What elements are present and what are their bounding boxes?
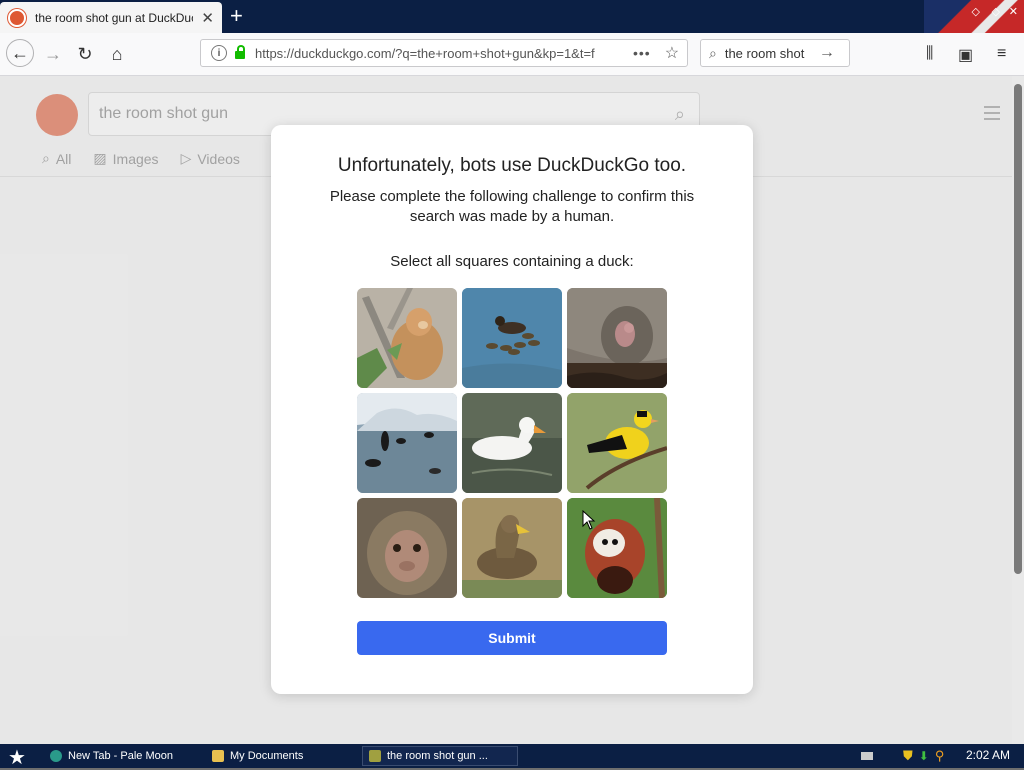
- library-icon[interactable]: ⫼: [926, 45, 933, 63]
- taskbar-item-my-documents[interactable]: My Documents: [206, 746, 346, 766]
- title-bar: the room shot gun at DuckDuckGo ✕ + ◇ ◇ …: [0, 0, 1024, 33]
- duckduckgo-favicon-icon: [8, 8, 26, 27]
- penguins-in-water-image: [357, 393, 457, 493]
- minimize-icon[interactable]: ◇: [972, 5, 980, 18]
- taskbar-item-new-tab[interactable]: New Tab - Pale Moon: [44, 746, 194, 766]
- macaque-image: [357, 498, 457, 598]
- lock-icon[interactable]: [235, 45, 245, 59]
- browser-window-icon: [369, 750, 381, 762]
- page-actions-icon[interactable]: •••: [633, 45, 651, 61]
- challenge-subtext: Please complete the following challenge …: [329, 188, 695, 225]
- taskbar-clock: 2:02 AM: [965, 748, 1010, 762]
- reload-icon[interactable]: ↻: [72, 41, 98, 67]
- start-star-icon[interactable]: ★: [8, 745, 26, 770]
- taskbar-item-browser[interactable]: the room shot gun ...: [362, 746, 518, 766]
- challenge-tile-8[interactable]: [462, 498, 562, 598]
- url-text[interactable]: https://duckduckgo.com/?q=the+room+shot+…: [255, 46, 625, 61]
- challenge-tile-3[interactable]: [567, 288, 667, 388]
- navigation-toolbar: ← → ↻ ⌂ i https://duckduckgo.com/?q=the+…: [0, 33, 1024, 76]
- tab-title: the room shot gun at DuckDuckGo: [35, 10, 193, 25]
- search-icon: ⌕: [709, 44, 717, 61]
- submit-button[interactable]: Submit: [357, 621, 667, 655]
- challenge-tile-6[interactable]: [567, 393, 667, 493]
- challenge-tile-7[interactable]: [357, 498, 457, 598]
- browser-search-value[interactable]: the room shot: [725, 46, 813, 61]
- magnifier-icon[interactable]: ⚲: [935, 748, 945, 764]
- info-icon[interactable]: i: [211, 45, 227, 61]
- browser-tab-active[interactable]: the room shot gun at DuckDuckGo ✕: [0, 2, 222, 33]
- challenge-tile-1[interactable]: [357, 288, 457, 388]
- home-icon[interactable]: ⌂: [104, 41, 130, 67]
- challenge-heading: Unfortunately, bots use DuckDuckGo too.: [337, 155, 687, 176]
- keyboard-icon[interactable]: [861, 752, 873, 760]
- network-icon[interactable]: ⬇: [919, 749, 929, 763]
- back-arrow-icon[interactable]: ←: [6, 39, 34, 67]
- challenge-instruction: Select all squares containing a duck:: [390, 253, 634, 270]
- menu-icon[interactable]: ≡: [997, 45, 1006, 63]
- shield-icon[interactable]: ⛊: [903, 748, 913, 764]
- white-duck-image: [462, 393, 562, 493]
- challenge-tile-2[interactable]: [462, 288, 562, 388]
- url-bar[interactable]: i https://duckduckgo.com/?q=the+room+sho…: [200, 39, 688, 67]
- browser-search-box[interactable]: ⌕ the room shot →: [700, 39, 850, 67]
- brown-duck-image: [462, 498, 562, 598]
- challenge-tile-5[interactable]: [462, 393, 562, 493]
- go-arrow-icon[interactable]: →: [819, 44, 835, 62]
- close-tab-icon[interactable]: ✕: [201, 9, 214, 27]
- scrollbar-thumb[interactable]: [1014, 84, 1022, 574]
- bookmark-star-icon[interactable]: ☆: [665, 43, 679, 63]
- yellow-bird-image: [567, 393, 667, 493]
- sidebar-icon[interactable]: ▣: [958, 45, 973, 65]
- mouse-cursor-icon: [582, 510, 596, 530]
- new-tab-button[interactable]: +: [230, 4, 243, 28]
- folder-icon: [212, 750, 224, 762]
- os-taskbar: ★ New Tab - Pale Moon My Documents the r…: [0, 744, 1024, 770]
- bot-challenge-dialog: Unfortunately, bots use DuckDuckGo too. …: [271, 125, 753, 694]
- close-window-icon[interactable]: ✕: [1009, 5, 1018, 18]
- maximize-icon[interactable]: ◇: [992, 5, 1000, 18]
- scrollbar[interactable]: [1012, 76, 1024, 744]
- challenge-image-grid: [357, 288, 667, 598]
- duck-with-ducklings-image: [462, 288, 562, 388]
- animal-in-burrow-image: [567, 288, 667, 388]
- pale-moon-icon: [50, 750, 62, 762]
- monkey-on-branch-image: [357, 288, 457, 388]
- forward-arrow-icon[interactable]: →: [40, 41, 66, 67]
- challenge-tile-4[interactable]: [357, 393, 457, 493]
